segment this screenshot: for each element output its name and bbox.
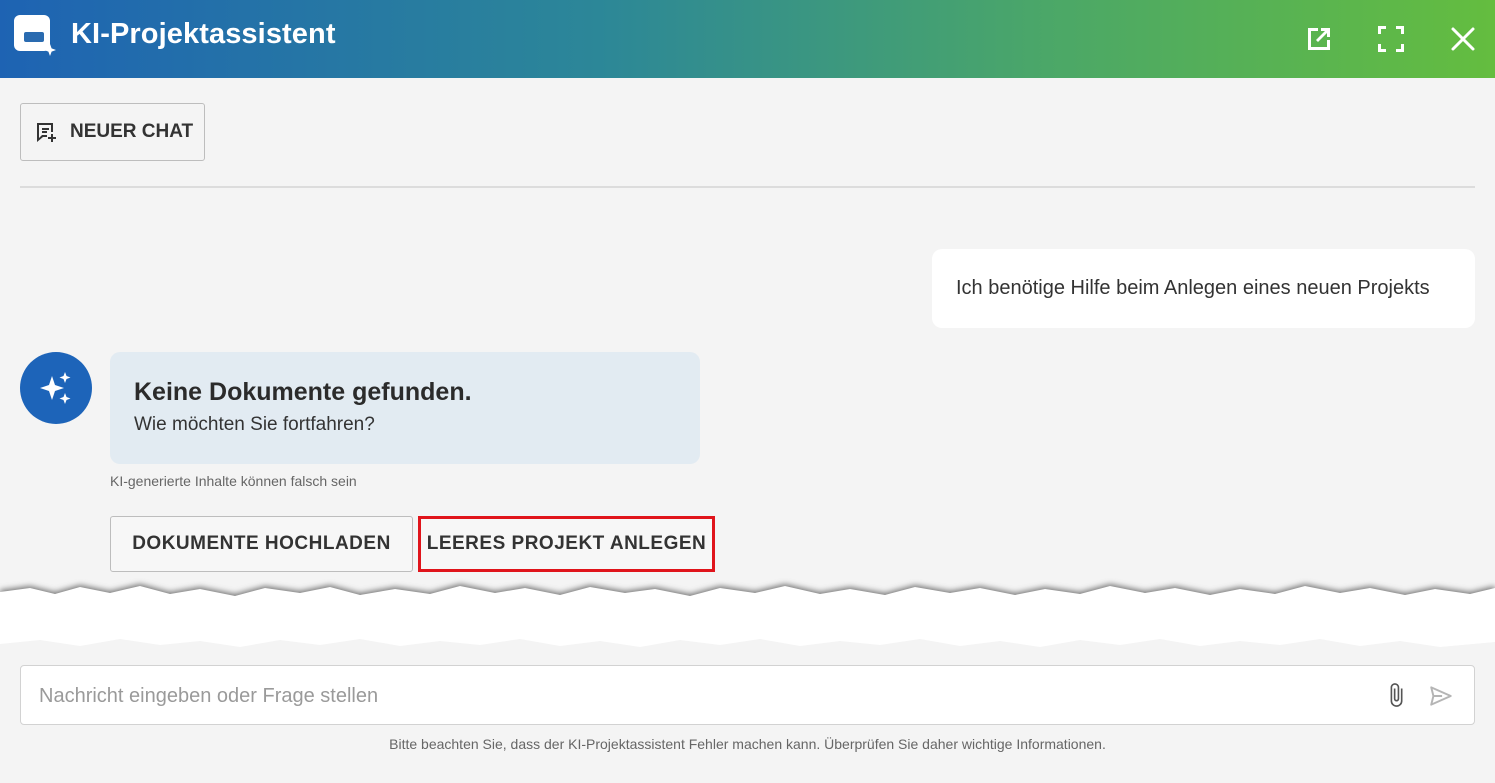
user-message-text: Ich benötige Hilfe beim Anlegen eines ne… — [956, 277, 1430, 299]
app-title: KI-Projektassistent — [71, 18, 336, 50]
logo-icon — [14, 15, 56, 56]
composer-disclaimer: Bitte beachten Sie, dass der KI-Projekta… — [389, 736, 1106, 752]
new-chat-icon — [37, 123, 56, 142]
attachment-icon[interactable] — [1383, 682, 1409, 708]
assistant-message-subtitle: Wie möchten Sie fortfahren? — [134, 414, 375, 435]
fullscreen-icon — [1378, 26, 1404, 52]
close-icon — [1451, 27, 1475, 51]
message-input[interactable] — [21, 666, 1371, 726]
new-chat-button[interactable]: NEUER CHAT — [20, 103, 205, 161]
upload-documents-button[interactable]: DOKUMENTE HOCHLADEN — [110, 516, 413, 572]
sparkles-icon — [40, 372, 71, 404]
user-message-bubble: Ich benötige Hilfe beim Anlegen eines ne… — [932, 249, 1475, 328]
message-composer — [20, 665, 1475, 726]
divider — [20, 186, 1475, 188]
assistant-message-title: Keine Dokumente gefunden. — [134, 378, 472, 406]
close-button[interactable] — [1445, 21, 1481, 57]
create-empty-project-button[interactable]: LEERES PROJEKT ANLEGEN — [418, 516, 715, 572]
assistant-message-bubble: Keine Dokumente gefunden. Wie möchten Si… — [110, 352, 700, 464]
open-external-button[interactable] — [1301, 21, 1337, 57]
assistant-avatar — [20, 352, 92, 424]
send-icon[interactable] — [1428, 683, 1454, 709]
open-external-icon — [1308, 28, 1330, 50]
torn-edge-divider — [0, 584, 1495, 664]
fullscreen-button[interactable] — [1373, 21, 1409, 57]
ai-disclaimer-note: KI-generierte Inhalte können falsch sein — [110, 473, 357, 489]
app-header: KI-Projektassistent — [0, 0, 1495, 78]
new-chat-label: NEUER CHAT — [70, 121, 194, 142]
